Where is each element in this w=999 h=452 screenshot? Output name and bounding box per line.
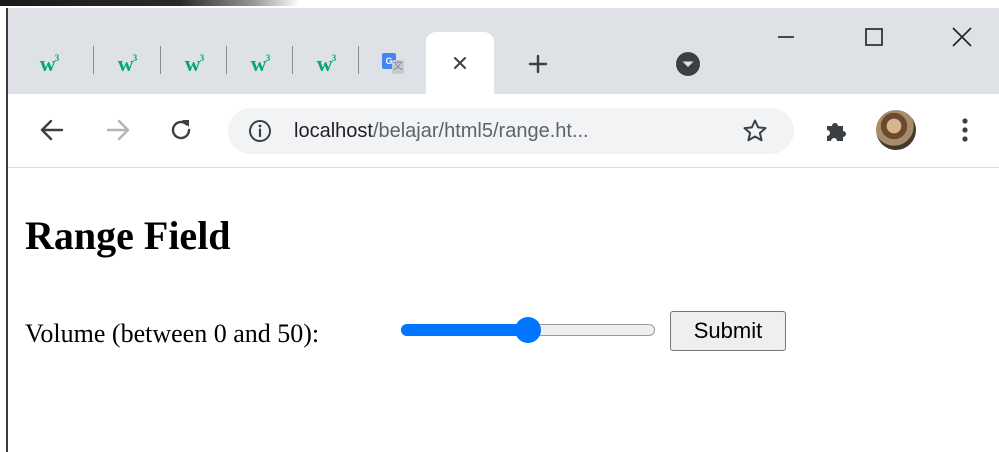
tab-w3schools[interactable]: w3 bbox=[293, 42, 359, 86]
close-tab-button[interactable] bbox=[445, 48, 475, 78]
extensions-button[interactable] bbox=[820, 114, 852, 146]
maximize-icon bbox=[865, 28, 883, 46]
volume-label: Volume (between 0 and 50): bbox=[25, 319, 320, 348]
w3schools-icon: w3 bbox=[250, 51, 270, 76]
range-fill bbox=[401, 324, 528, 336]
w3schools-icon: w3 bbox=[316, 51, 336, 76]
maximize-button[interactable] bbox=[846, 14, 902, 60]
avatar[interactable] bbox=[876, 110, 916, 150]
minimize-icon bbox=[778, 36, 794, 38]
background-sliver bbox=[0, 0, 999, 8]
address-bar[interactable]: localhost/belajar/html5/range.ht... bbox=[228, 108, 794, 154]
range-thumb[interactable] bbox=[515, 317, 541, 343]
tab-google-translate[interactable]: G 文 bbox=[359, 42, 425, 86]
google-translate-icon: G 文 bbox=[382, 53, 404, 75]
page-title: Range Field bbox=[25, 213, 231, 258]
window-close-button[interactable] bbox=[934, 14, 990, 60]
reload-icon bbox=[171, 120, 191, 140]
arrow-left-icon bbox=[40, 119, 64, 141]
tab-w3schools[interactable]: w3 bbox=[94, 42, 160, 86]
kebab-menu-icon bbox=[962, 118, 968, 142]
new-tab-button[interactable] bbox=[520, 46, 556, 82]
back-button[interactable] bbox=[34, 112, 70, 148]
close-icon bbox=[952, 27, 972, 47]
minimize-button[interactable] bbox=[758, 14, 814, 60]
tab-w3schools[interactable]: w3 bbox=[161, 42, 227, 86]
submit-button[interactable]: Submit bbox=[670, 311, 786, 351]
w3schools-icon: w3 bbox=[39, 51, 59, 76]
arrow-right-icon bbox=[106, 119, 130, 141]
info-icon[interactable] bbox=[248, 119, 272, 143]
screenshot-frame: w3 w3 w3 w3 w3 G 文 localhost/belajar/htm… bbox=[0, 0, 999, 452]
star-icon[interactable] bbox=[742, 118, 768, 144]
volume-range-slider[interactable] bbox=[401, 316, 657, 346]
url-text[interactable]: localhost/belajar/html5/range.ht... bbox=[294, 119, 589, 143]
tab-w3schools[interactable]: w3 bbox=[227, 42, 293, 86]
chevron-down-circle-icon bbox=[676, 52, 700, 76]
reload-button[interactable] bbox=[163, 112, 199, 148]
tab-strip: w3 w3 w3 w3 w3 G 文 bbox=[8, 8, 999, 94]
w3schools-icon: w3 bbox=[184, 51, 204, 76]
forward-button[interactable] bbox=[100, 112, 136, 148]
plus-icon bbox=[528, 54, 548, 74]
tab-w3schools[interactable]: w3 bbox=[16, 42, 82, 86]
w3schools-icon: w3 bbox=[117, 51, 137, 76]
close-icon bbox=[454, 57, 466, 69]
page-content: Range Field Volume (between 0 and 50): S… bbox=[8, 168, 999, 452]
tab-search-button[interactable] bbox=[674, 50, 702, 78]
browser-toolbar: localhost/belajar/html5/range.ht... bbox=[8, 94, 999, 168]
browser-window: w3 w3 w3 w3 w3 G 文 localhost/belajar/htm… bbox=[8, 8, 999, 452]
puzzle-icon bbox=[827, 123, 846, 141]
browser-menu-button[interactable] bbox=[950, 114, 980, 146]
